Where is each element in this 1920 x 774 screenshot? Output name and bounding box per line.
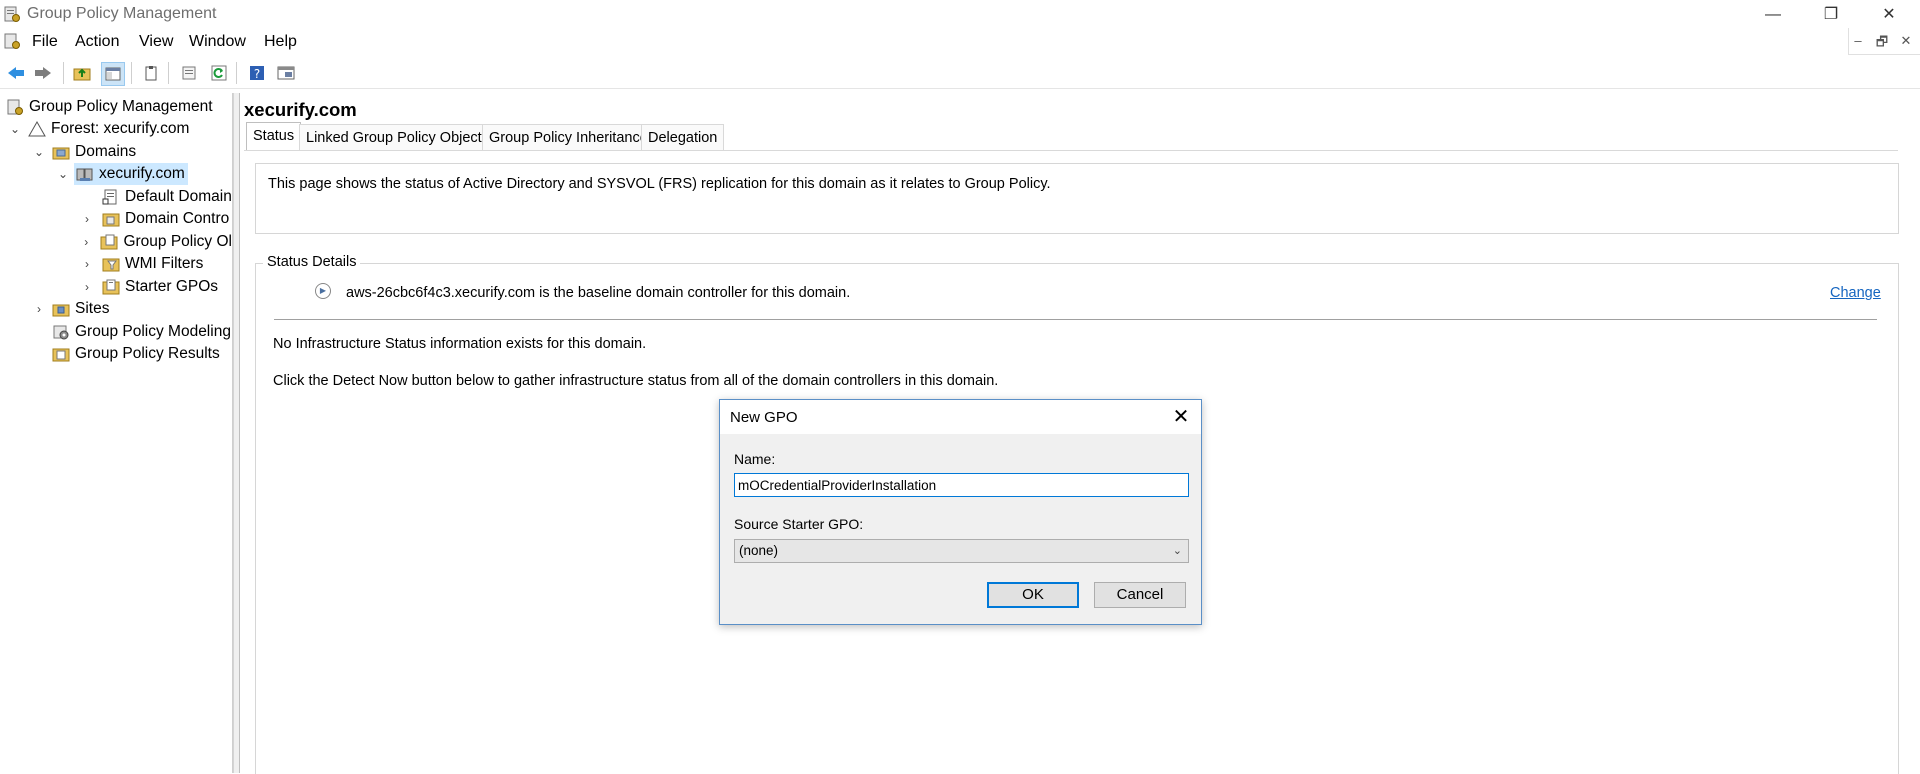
gpo-link-icon xyxy=(102,189,120,205)
tree-node-forest[interactable]: ⌄ Forest: xecurify.com xyxy=(8,118,189,140)
console-icon[interactable] xyxy=(275,62,297,84)
wmi-folder-icon xyxy=(102,256,120,272)
tree-label: Group Policy Management xyxy=(29,98,213,115)
tree-label: xecurify.com xyxy=(99,165,185,182)
gp-results-icon xyxy=(52,346,70,362)
dialog-title: New GPO xyxy=(730,409,798,426)
status-details-label: Status Details xyxy=(263,254,361,270)
page-title: xecurify.com xyxy=(244,99,357,120)
tree-node-domain-xecurify[interactable]: ⌄ xecurify.com xyxy=(56,163,188,185)
menu-help[interactable]: Help xyxy=(264,33,297,51)
info-description: This page shows the status of Active Dir… xyxy=(268,176,1051,192)
show-hide-tree-icon[interactable] xyxy=(101,62,125,86)
title-bar xyxy=(0,0,1920,29)
domains-folder-icon xyxy=(52,144,70,160)
restore-button[interactable]: ❐ xyxy=(1808,0,1854,29)
baseline-dc-text: aws-26cbc6f4c3.xecurify.com is the basel… xyxy=(346,285,851,301)
tree-node-domain-controllers[interactable]: › Domain Contro xyxy=(80,208,232,230)
svg-text:?: ? xyxy=(254,67,260,81)
mdi-minimize-button[interactable]: – xyxy=(1848,33,1868,48)
tree-node-starter-gpos[interactable]: › Starter GPOs xyxy=(80,276,232,298)
tab-delegation[interactable]: Delegation xyxy=(641,124,725,151)
selected-node-highlight: xecurify.com xyxy=(74,163,188,185)
tree-node-gp-results[interactable]: Group Policy Results xyxy=(52,343,232,365)
tab-status[interactable]: Status xyxy=(246,122,302,151)
tree-node-group-policy-objects[interactable]: › Group Policy Ol xyxy=(80,231,232,253)
up-folder-icon[interactable] xyxy=(71,62,93,84)
forest-icon xyxy=(28,120,46,137)
minimize-button[interactable]: — xyxy=(1750,0,1796,29)
chevron-down-icon[interactable]: ⌄ xyxy=(56,163,70,185)
tree-label: Domain Contro xyxy=(125,210,230,227)
gpo-folder-icon xyxy=(100,234,118,250)
chevron-down-icon[interactable]: ⌄ xyxy=(32,141,46,163)
chevron-right-icon[interactable]: › xyxy=(80,253,94,275)
properties-icon[interactable] xyxy=(178,62,200,84)
ou-folder-icon xyxy=(102,211,120,227)
expand-circle-icon[interactable]: ▶ xyxy=(315,283,331,299)
dialog-close-button[interactable]: ✕ xyxy=(1168,404,1194,430)
divider xyxy=(274,319,1877,320)
chevron-right-icon[interactable]: › xyxy=(32,298,46,320)
ok-button[interactable]: OK xyxy=(987,582,1079,608)
chevron-right-icon[interactable]: › xyxy=(80,208,94,230)
tree-label: Forest: xecurify.com xyxy=(51,120,190,137)
mdi-close-button[interactable]: ✕ xyxy=(1896,33,1916,49)
domain-icon xyxy=(76,166,94,182)
tree-label: Sites xyxy=(75,300,110,317)
chevron-right-icon[interactable]: › xyxy=(80,231,92,253)
toolbar-separator xyxy=(63,62,64,84)
chevron-down-icon[interactable]: ⌄ xyxy=(8,118,22,140)
mdi-restore-button[interactable]: 🗗 xyxy=(1872,33,1892,55)
select-value: (none) xyxy=(739,543,779,558)
help-icon[interactable]: ? xyxy=(246,62,268,84)
no-infrastructure-text: No Infrastructure Status information exi… xyxy=(273,336,647,352)
tree-node-gpm-root[interactable]: Group Policy Management xyxy=(6,96,213,118)
back-icon[interactable] xyxy=(5,62,27,84)
tree-node-gp-modeling[interactable]: Group Policy Modeling xyxy=(52,321,232,343)
gpo-name-input[interactable] xyxy=(734,473,1189,497)
tree-node-domains[interactable]: ⌄ Domains xyxy=(32,141,136,163)
tree-label: Default Domain xyxy=(125,188,232,205)
tree-node-sites[interactable]: › Sites xyxy=(32,298,109,320)
tree-label: Group Policy Results xyxy=(75,345,220,362)
detect-now-instructions: Click the Detect Now button below to gat… xyxy=(273,373,999,389)
chevron-right-icon[interactable]: › xyxy=(80,276,94,298)
source-starter-gpo-label: Source Starter GPO: xyxy=(734,516,864,532)
tree-label: WMI Filters xyxy=(125,255,204,272)
menu-action[interactable]: Action xyxy=(75,33,119,51)
close-button[interactable]: ✕ xyxy=(1866,0,1912,29)
forward-icon[interactable] xyxy=(32,62,54,84)
console-menu-icon[interactable] xyxy=(4,33,20,53)
tree-node-default-domain[interactable]: Default Domain xyxy=(102,186,232,208)
gpm-icon xyxy=(6,99,24,115)
tab-linked-gpos[interactable]: Linked Group Policy Objects xyxy=(299,124,496,151)
refresh-icon[interactable] xyxy=(208,62,230,84)
tab-gp-inheritance[interactable]: Group Policy Inheritance xyxy=(482,124,655,151)
starter-gpo-folder-icon xyxy=(102,279,120,295)
toolbar-separator xyxy=(131,62,132,84)
gp-modeling-icon xyxy=(52,324,70,340)
toolbar-separator xyxy=(168,62,169,84)
sites-folder-icon xyxy=(52,301,70,317)
tree-label: Group Policy Ol xyxy=(123,233,232,250)
clipboard-icon[interactable] xyxy=(140,62,162,84)
name-label: Name: xyxy=(734,451,776,467)
toolbar-separator xyxy=(236,62,237,84)
info-panel xyxy=(255,163,1899,234)
chevron-down-icon: ⌄ xyxy=(1172,545,1182,557)
tab-divider xyxy=(244,150,1898,151)
window-title: Group Policy Management xyxy=(27,5,217,22)
tree-label: Group Policy Modeling xyxy=(75,323,231,340)
gpm-app-icon xyxy=(4,6,20,22)
menu-window[interactable]: Window xyxy=(189,33,246,51)
tree-label: Domains xyxy=(75,143,137,160)
tree-node-wmi-filters[interactable]: › WMI Filters xyxy=(80,253,232,275)
cancel-button[interactable]: Cancel xyxy=(1094,582,1186,608)
menu-file[interactable]: File xyxy=(32,33,58,51)
change-link[interactable]: Change xyxy=(1830,285,1881,301)
source-starter-gpo-select[interactable]: (none) ⌄ xyxy=(734,539,1189,563)
tree-label: Starter GPOs xyxy=(125,278,219,295)
menu-view[interactable]: View xyxy=(139,33,173,51)
